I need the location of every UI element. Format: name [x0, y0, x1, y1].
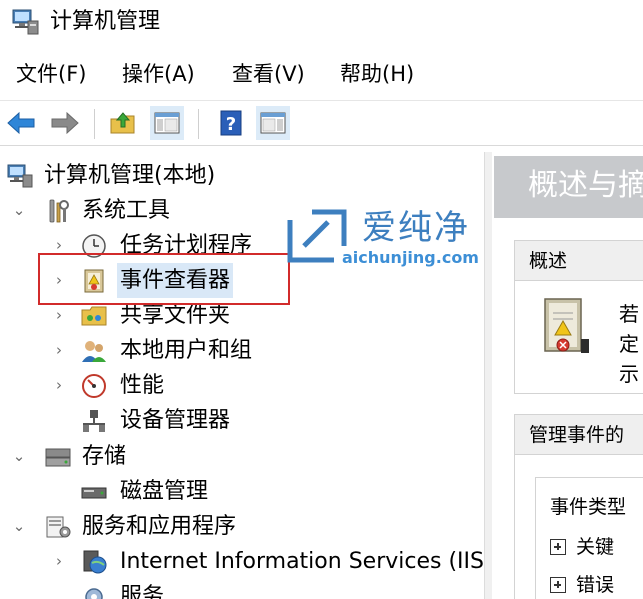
expand-plus-icon[interactable] [550, 577, 566, 593]
tools-icon [49, 199, 69, 223]
tree-item-label: 性能 [120, 373, 165, 398]
services-apps-icon [46, 516, 71, 538]
menu-view[interactable]: 查看(V) [228, 55, 309, 93]
help-button[interactable]: ? [214, 106, 248, 140]
tree-item-label: 设备管理器 [120, 408, 231, 433]
toolbar-separator [198, 109, 199, 139]
overview-section: 概述 若 定 示 [514, 240, 643, 394]
expand-plus-icon[interactable] [550, 539, 566, 555]
tree-item-label: Internet Information Services (IIS)管 [120, 549, 484, 574]
services-gear-icon [85, 588, 103, 599]
details-header-title: 概述与摘 [528, 168, 643, 203]
event-row-label: 关键 [576, 536, 615, 558]
section-title: 管理事件的 [529, 424, 625, 446]
menu-help[interactable]: 帮助(H) [336, 55, 418, 93]
help-icon: ? [220, 110, 242, 136]
computer-management-icon [7, 164, 33, 188]
performance-gauge-icon [82, 374, 106, 398]
tree-item-label: 服务和应用程序 [82, 514, 237, 539]
up-folder-icon [110, 112, 135, 134]
forward-button[interactable] [48, 106, 82, 140]
details-header: 概述与摘 [494, 156, 643, 218]
overview-section-header[interactable]: 概述 [515, 241, 643, 281]
show-action-pane-button[interactable] [256, 106, 290, 140]
back-arrow-icon [7, 111, 35, 135]
section-title: 概述 [529, 250, 568, 272]
chevron-down-icon[interactable]: ⌄ [10, 509, 28, 544]
watermark-url: aichunjing.com [342, 248, 479, 267]
users-icon [82, 341, 106, 362]
chevron-down-icon[interactable]: ⌄ [10, 193, 28, 228]
tree-item-label: 存储 [82, 444, 127, 469]
iis-globe-icon [83, 550, 107, 574]
up-level-button[interactable] [106, 106, 140, 140]
tree-item-services-applications[interactable]: ⌄ 服务和应用程序 [0, 509, 484, 544]
storage-icon [45, 448, 71, 467]
chevron-right-icon[interactable]: › [50, 368, 68, 403]
window-title: 计算机管理 [50, 9, 161, 34]
tree-item-computer-management[interactable]: 计算机管理(本地) [0, 158, 484, 193]
tree-item-label: 本地用户和组 [120, 338, 253, 363]
details-pane: 概述与摘 概述 若 定 示 管理事件的 事件类型 关键 错误 [492, 152, 643, 599]
pane-splitter[interactable] [484, 152, 492, 599]
chevron-right-icon[interactable]: › [50, 333, 68, 368]
tree-item-label: 计算机管理(本地) [44, 163, 216, 188]
event-row-label: 错误 [576, 574, 615, 596]
device-manager-icon [83, 410, 105, 432]
chevron-down-icon[interactable]: ⌄ [10, 439, 28, 474]
forward-arrow-icon [51, 111, 79, 135]
toolbar-separator [94, 109, 95, 139]
title-bar: 计算机管理 [0, 0, 643, 46]
disk-icon [81, 487, 107, 499]
tree-item-disk-management[interactable]: 磁盘管理 [0, 474, 484, 509]
back-button[interactable] [4, 106, 38, 140]
tree-item-services[interactable]: 服务 [0, 579, 484, 599]
highlight-box [38, 253, 290, 305]
manage-events-section: 管理事件的 事件类型 关键 错误 [514, 414, 643, 599]
tree-item-performance[interactable]: › 性能 [0, 368, 484, 403]
show-tree-button[interactable] [150, 106, 184, 140]
event-type-label: 事件类型 [550, 496, 627, 518]
tree-item-label: 服务 [120, 584, 165, 599]
watermark: 爱纯净 aichunjing.com [282, 206, 502, 272]
toolbar: ? [0, 100, 643, 146]
chevron-right-icon[interactable]: › [50, 544, 68, 579]
overview-text-line: 示 [619, 362, 639, 386]
event-row-error[interactable]: 错误 [550, 570, 614, 599]
tree-item-local-users-groups[interactable]: › 本地用户和组 [0, 333, 484, 368]
shared-folder-icon [81, 306, 107, 326]
tree-item-device-manager[interactable]: 设备管理器 [0, 403, 484, 438]
menu-file[interactable]: 文件(F) [12, 55, 90, 93]
overview-text-line: 若 [619, 302, 639, 326]
menu-bar: 文件(F) 操作(A) 查看(V) 帮助(H) [0, 55, 643, 93]
menu-action[interactable]: 操作(A) [118, 55, 199, 93]
show-hide-tree-icon [154, 112, 180, 134]
svg-text:?: ? [226, 114, 236, 135]
tree-item-label: 系统工具 [82, 198, 171, 223]
show-hide-action-pane-icon [260, 112, 286, 134]
manage-events-section-header[interactable]: 管理事件的 [515, 415, 643, 455]
event-row-critical[interactable]: 关键 [550, 532, 614, 562]
tree-item-label: 磁盘管理 [120, 479, 209, 504]
overview-text-line: 定 [619, 332, 639, 356]
watermark-title: 爱纯净 [362, 208, 470, 248]
tree-item-storage[interactable]: ⌄ 存储 [0, 439, 484, 474]
event-type-panel: 事件类型 关键 错误 [535, 477, 643, 599]
computer-management-icon [12, 9, 39, 35]
tree-item-iis[interactable]: › Internet Information Services (IIS)管 [0, 544, 484, 579]
event-log-icon [544, 298, 589, 353]
